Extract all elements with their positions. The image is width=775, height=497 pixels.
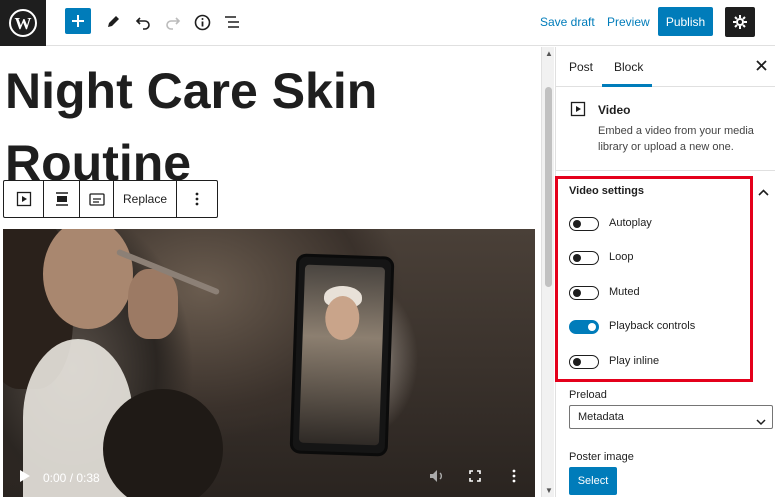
play-icon[interactable]: [19, 469, 31, 488]
replace-button[interactable]: Replace: [114, 181, 178, 217]
volume-icon[interactable]: [429, 469, 445, 488]
autoplay-toggle[interactable]: [569, 217, 599, 231]
video-frame-hand: [128, 269, 178, 339]
top-toolbar: W Save draft Preview Publish: [0, 0, 775, 46]
playback-controls-toggle[interactable]: [569, 320, 599, 334]
block-toolbar: Replace: [3, 180, 219, 218]
video-controls: 0:00 / 0:38: [3, 457, 535, 497]
video-time: 0:00 / 0:38: [43, 471, 100, 485]
preview-button[interactable]: Preview: [607, 15, 650, 29]
preload-value: Metadata: [578, 411, 624, 423]
playback-controls-label: Playback controls: [609, 320, 696, 332]
chevron-down-icon: [756, 412, 766, 434]
publish-button[interactable]: Publish: [658, 7, 713, 36]
block-description: Embed a video from your media library or…: [598, 125, 754, 153]
undo-icon[interactable]: [129, 8, 157, 36]
preload-select[interactable]: Metadata: [569, 405, 773, 429]
video-settings-title[interactable]: Video settings: [569, 185, 644, 197]
close-sidebar-icon[interactable]: [756, 58, 767, 76]
fullscreen-icon[interactable]: [469, 469, 481, 487]
svg-text:W: W: [15, 14, 32, 33]
wordpress-logo-icon[interactable]: W: [0, 0, 46, 46]
tab-block[interactable]: Block: [614, 60, 643, 74]
video-frame-phone: [289, 253, 395, 457]
block-card: Video Embed a video from your media libr…: [556, 87, 775, 171]
caption-icon[interactable]: [80, 181, 114, 217]
edit-pencil-icon[interactable]: [99, 8, 127, 36]
list-view-icon[interactable]: [218, 8, 246, 36]
editor-scrollbar[interactable]: ▲ ▼: [541, 47, 554, 497]
post-title[interactable]: Night Care Skin Routine: [5, 55, 535, 199]
tab-post[interactable]: Post: [569, 60, 593, 74]
editor-canvas: Night Care Skin Routine Replace 0:00 / 0…: [0, 47, 541, 497]
save-draft-button[interactable]: Save draft: [540, 15, 595, 29]
scroll-thumb[interactable]: [545, 87, 552, 287]
video-frame-face: [43, 229, 133, 329]
scroll-down-icon[interactable]: ▼: [545, 486, 553, 495]
poster-image-label: Poster image: [569, 451, 634, 463]
sidebar-tabs: Post Block: [556, 47, 775, 87]
redo-icon[interactable]: [159, 8, 187, 36]
video-block-icon: [570, 101, 586, 122]
loop-toggle[interactable]: [569, 251, 599, 265]
play-inline-toggle[interactable]: [569, 355, 599, 369]
autoplay-label: Autoplay: [609, 217, 652, 229]
poster-select-button[interactable]: Select: [569, 467, 617, 495]
video-block-type-button[interactable]: [4, 181, 44, 217]
align-icon[interactable]: [44, 181, 80, 217]
preload-label: Preload: [569, 389, 607, 401]
video-player[interactable]: 0:00 / 0:38: [3, 229, 535, 497]
scroll-up-icon[interactable]: ▲: [545, 49, 553, 58]
info-icon[interactable]: [188, 8, 216, 36]
add-block-button[interactable]: [65, 8, 91, 34]
video-settings-panel: Video settings Autoplay Loop Muted Playb…: [556, 171, 775, 387]
play-inline-label: Play inline: [609, 355, 660, 367]
block-name: Video: [598, 103, 631, 117]
muted-label: Muted: [609, 286, 640, 298]
video-menu-icon[interactable]: [512, 469, 516, 488]
settings-sidebar: Post Block Video Embed a video from your…: [555, 47, 775, 497]
muted-toggle[interactable]: [569, 286, 599, 300]
loop-label: Loop: [609, 251, 634, 263]
phone-face: [324, 295, 361, 341]
post-title-line-1: Night Care Skin: [5, 63, 378, 119]
phone-screen: [298, 264, 386, 446]
more-options-icon[interactable]: [177, 181, 217, 217]
chevron-up-icon[interactable]: [758, 183, 769, 201]
settings-gear-icon[interactable]: [725, 7, 755, 37]
